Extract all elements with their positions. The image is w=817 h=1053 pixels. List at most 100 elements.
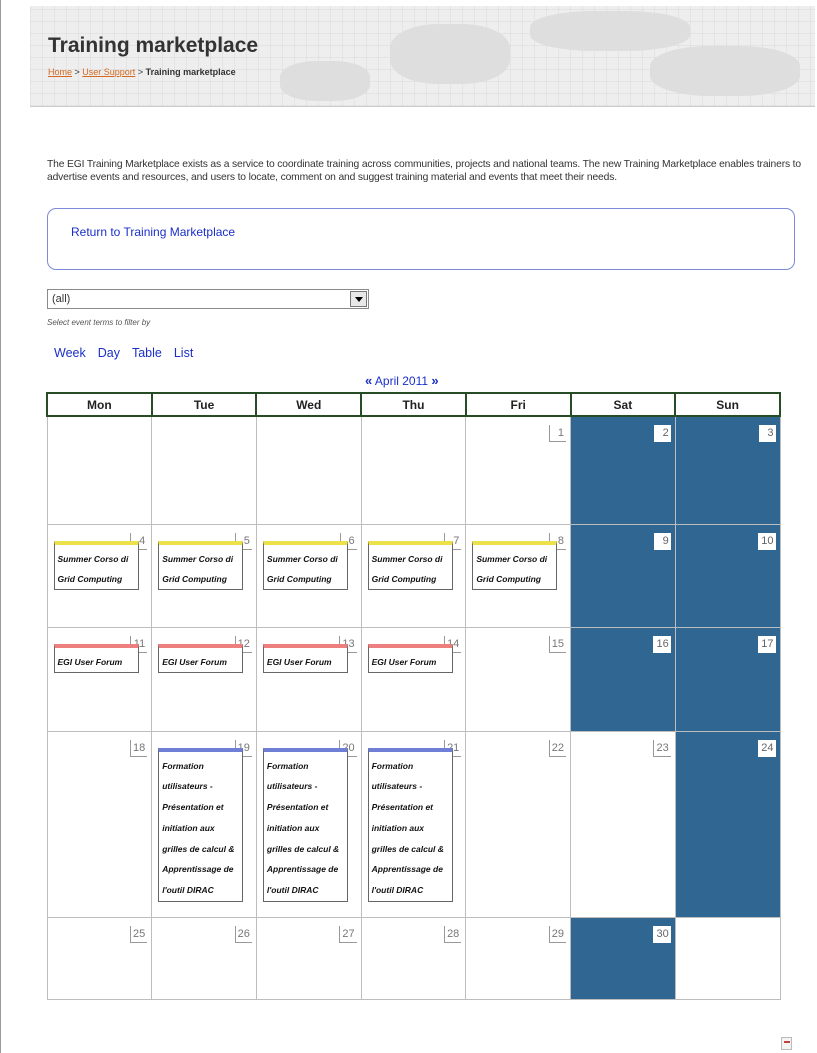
weekday-header-row: Mon Tue Wed Thu Fri Sat Sun [46, 392, 781, 417]
day-number-link[interactable]: 26 [234, 925, 252, 943]
day-number-link[interactable]: 25 [129, 925, 148, 943]
calendar-day-cell[interactable] [674, 916, 781, 1000]
calendar-week-row: 1 2 3 [46, 415, 781, 525]
calendar-day-cell[interactable]: 24 [674, 730, 781, 918]
calendar-event[interactable]: Summer Corso di Grid Computing [53, 540, 139, 590]
calendar-event[interactable]: Summer Corso di Grid Computing [158, 540, 244, 590]
day-number-link[interactable]: 9 [653, 532, 671, 550]
calendar-day-cell[interactable]: 26 [151, 916, 257, 1000]
view-table-link[interactable]: Table [132, 346, 162, 360]
day-number-link[interactable]: 15 [548, 635, 567, 653]
next-month-link[interactable]: » [431, 373, 438, 388]
day-number-link[interactable]: 23 [653, 739, 671, 757]
calendar-day-cell[interactable]: 25 [46, 916, 153, 1000]
calendar-day-cell[interactable]: 29 [465, 916, 572, 1000]
calendar-day-cell[interactable]: 13 EGI User Forum [255, 626, 362, 732]
calendar-view-links: Week Day Table List [54, 346, 205, 360]
calendar-event[interactable]: EGI User Forum [262, 643, 348, 673]
calendar-day-cell[interactable]: 22 [465, 730, 572, 918]
view-week-link[interactable]: Week [54, 346, 86, 360]
calendar-day-cell[interactable]: 12 EGI User Forum [151, 626, 257, 732]
calendar-event[interactable]: Formation utilisateurs - Présentation et… [262, 747, 348, 903]
calendar-day-cell[interactable] [151, 415, 257, 525]
calendar-event[interactable]: Formation utilisateurs - Présentation et… [158, 747, 244, 903]
day-number-link[interactable]: 27 [339, 925, 357, 943]
calendar-event[interactable]: Formation utilisateurs - Présentation et… [367, 747, 453, 903]
calendar-week-row: 4 Summer Corso di Grid Computing 5 Summer C… [46, 523, 781, 628]
calendar-day-cell[interactable]: 8 Summer Corso di Grid Computing [465, 523, 572, 628]
calendar-day-cell[interactable]: 2 [570, 415, 676, 525]
day-number-link[interactable]: 2 [653, 425, 671, 442]
calendar-day-cell[interactable]: 16 [570, 626, 676, 732]
calendar-day-cell[interactable]: 18 [46, 730, 153, 918]
map-decoration [390, 24, 510, 84]
calendar-day-cell[interactable]: 20 Formation utilisateurs - Présentation … [255, 730, 362, 918]
event-terms-select[interactable]: (all) [47, 289, 369, 309]
page-header-banner: Training marketplace Home > User Support… [30, 6, 815, 106]
calendar-week-row: 25 26 27 28 29 30 [46, 916, 781, 1000]
calendar-day-cell[interactable] [360, 415, 467, 525]
calendar-day-cell[interactable]: 30 [570, 916, 676, 1000]
calendar-day-cell[interactable] [46, 415, 153, 525]
breadcrumb-home-link[interactable]: Home [48, 67, 72, 77]
prev-month-link[interactable]: « [365, 373, 372, 388]
dropdown-arrow-icon[interactable] [350, 291, 367, 307]
calendar-day-cell[interactable] [255, 415, 362, 525]
return-to-marketplace-link[interactable]: Return to Training Marketplace [71, 225, 235, 239]
calendar-day-cell[interactable]: 4 Summer Corso di Grid Computing [46, 523, 153, 628]
calendar-day-cell[interactable]: 21 Formation utilisateurs - Présentation … [360, 730, 467, 918]
day-number-link[interactable]: 17 [758, 635, 776, 653]
calendar-event[interactable]: Summer Corso di Grid Computing [367, 540, 453, 590]
calendar-day-cell[interactable]: 17 [674, 626, 781, 732]
calendar-day-cell[interactable]: 11 EGI User Forum [46, 626, 153, 732]
day-number-link[interactable]: 28 [444, 925, 462, 943]
calendar-day-cell[interactable]: 28 [360, 916, 467, 1000]
weekday-header: Fri [464, 392, 572, 417]
calendar-event[interactable]: Summer Corso di Grid Computing [472, 540, 558, 590]
calendar-week-row: 11 EGI User Forum 12 EGI User Forum 13 EGI Us… [46, 626, 781, 732]
page-left-border [0, 0, 1, 1053]
day-number-link[interactable]: 24 [758, 739, 776, 757]
breadcrumb: Home > User Support > Training marketpla… [48, 67, 236, 77]
calendar-day-cell[interactable]: 15 [465, 626, 572, 732]
map-decoration [530, 11, 690, 51]
calendar-day-cell[interactable]: 3 [674, 415, 781, 525]
calendar-event[interactable]: EGI User Forum [367, 643, 453, 673]
calendar-event[interactable]: Summer Corso di Grid Computing [262, 540, 348, 590]
weekday-header: Sat [569, 392, 677, 417]
day-number-link[interactable]: 18 [129, 739, 148, 757]
weekday-header: Tue [150, 392, 258, 417]
calendar-body: 1 2 3 4 Summer Corso di Grid Computing 5 Summe… [46, 415, 781, 1000]
calendar-event[interactable]: EGI User Forum [158, 643, 244, 673]
day-number-link[interactable]: 30 [653, 925, 671, 943]
day-number-link[interactable]: 3 [758, 425, 776, 442]
calendar-week-row: 18 19 Formation utilisateurs - Présentatio… [46, 730, 781, 918]
month-label: April 2011 [374, 374, 429, 388]
calendar-day-cell[interactable]: 14 EGI User Forum [360, 626, 467, 732]
breadcrumb-user-support-link[interactable]: User Support [82, 67, 135, 77]
calendar-day-cell[interactable]: 6 Summer Corso di Grid Computing [255, 523, 362, 628]
calendar-event[interactable]: EGI User Forum [53, 643, 139, 673]
view-list-link[interactable]: List [174, 346, 193, 360]
calendar-day-cell[interactable]: 19 Formation utilisateurs - Présentation … [151, 730, 257, 918]
calendar-day-cell[interactable]: 27 [255, 916, 362, 1000]
intro-paragraph: The EGI Training Marketplace exists as a… [47, 159, 801, 184]
day-number-link[interactable]: 22 [548, 739, 567, 757]
calendar-day-cell[interactable]: 9 [570, 523, 676, 628]
weekday-header: Mon [46, 392, 153, 417]
breadcrumb-separator: > [135, 67, 146, 77]
calendar-day-cell[interactable]: 23 [570, 730, 676, 918]
calendar-day-cell[interactable]: 5 Summer Corso di Grid Computing [151, 523, 257, 628]
header-divider [30, 106, 815, 107]
calendar-day-cell[interactable]: 10 [674, 523, 781, 628]
day-number-link[interactable]: 16 [653, 635, 671, 653]
calendar-day-cell[interactable]: 7 Summer Corso di Grid Computing [360, 523, 467, 628]
page-title: Training marketplace [48, 34, 259, 57]
breadcrumb-separator: > [72, 67, 83, 77]
day-number-link[interactable]: 10 [758, 532, 776, 550]
ical-feed-icon[interactable] [781, 1037, 792, 1050]
day-number-link[interactable]: 29 [548, 925, 567, 943]
view-day-link[interactable]: Day [98, 346, 120, 360]
calendar-day-cell[interactable]: 1 [465, 415, 572, 525]
day-number-link[interactable]: 1 [549, 425, 567, 442]
